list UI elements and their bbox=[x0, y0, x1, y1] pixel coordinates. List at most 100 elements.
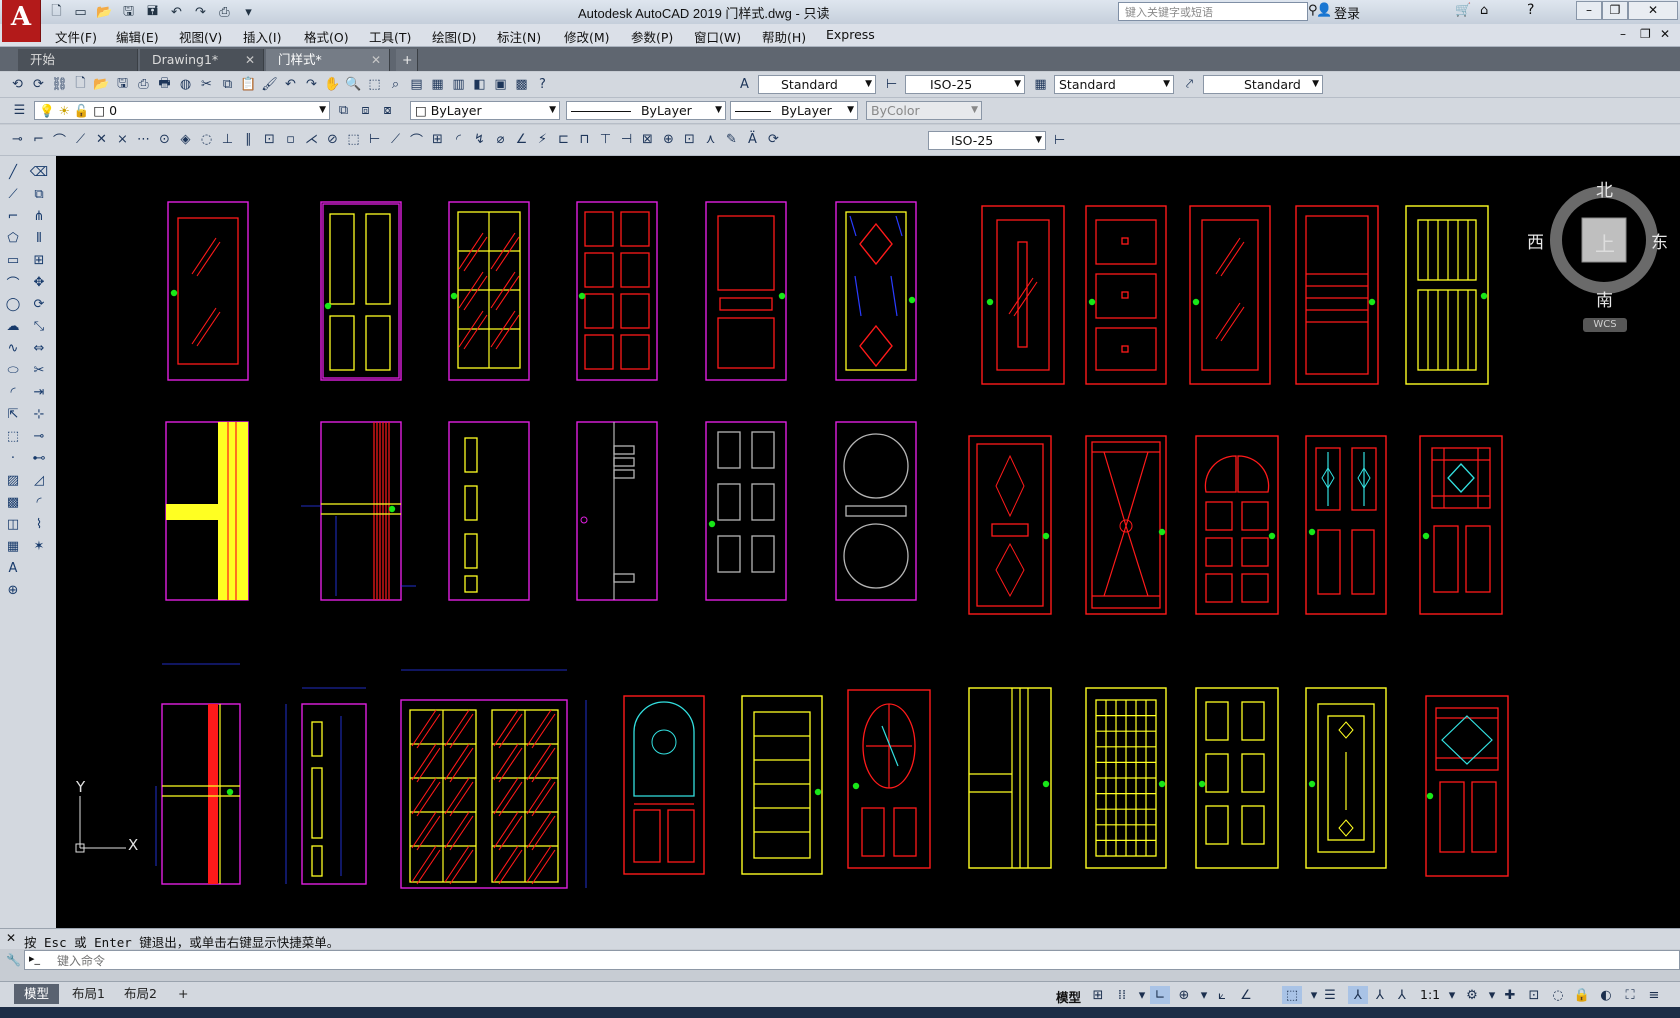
snap-extension-icon[interactable]: ⋯ bbox=[134, 130, 153, 149]
save-icon[interactable]: 🖫 bbox=[118, 2, 139, 23]
explode-icon[interactable]: ✶ bbox=[29, 536, 49, 556]
join-icon[interactable]: ⊷ bbox=[29, 448, 49, 468]
copy-icon[interactable]: ⧉ bbox=[218, 75, 237, 94]
ellipse-arc-icon[interactable]: ◜ bbox=[3, 382, 23, 402]
design-center-icon[interactable]: ▦ bbox=[428, 75, 447, 94]
hatch-icon[interactable]: ▨ bbox=[3, 470, 23, 490]
make-current-layer-icon[interactable]: ⧉ bbox=[334, 101, 353, 120]
close-icon[interactable]: ✕ bbox=[371, 49, 381, 71]
arc-icon[interactable]: ⌒ bbox=[3, 272, 23, 292]
snap-intersection-icon[interactable]: ✕ bbox=[92, 130, 111, 149]
dim-text-edit-icon[interactable]: Ä bbox=[743, 130, 762, 149]
snap-center-icon[interactable]: ⊙ bbox=[155, 130, 174, 149]
door-block[interactable] bbox=[155, 663, 241, 885]
lineweight-icon[interactable]: ☰ bbox=[1320, 986, 1340, 1004]
clean-screen-icon[interactable]: ⛶ bbox=[1620, 986, 1640, 1004]
application-menu-button[interactable]: A bbox=[2, 0, 41, 42]
door-block[interactable] bbox=[705, 421, 787, 601]
plot-icon[interactable]: ⎙ bbox=[134, 75, 153, 94]
dim-style-manager-icon[interactable]: ⊢ bbox=[1050, 131, 1069, 150]
door-block[interactable] bbox=[835, 201, 917, 381]
viewcube-top[interactable]: 上 bbox=[1595, 228, 1615, 257]
door-block[interactable] bbox=[165, 421, 249, 601]
dim-aligned-icon[interactable]: ⟋ bbox=[386, 130, 405, 149]
autodesk-exchange-icon[interactable]: ⌂ bbox=[1480, 3, 1488, 18]
text-style-dropdown[interactable]: Standard ▼ bbox=[758, 75, 876, 94]
zoom-previous-icon[interactable]: ⌕ bbox=[386, 75, 405, 94]
door-block[interactable] bbox=[968, 687, 1052, 869]
ellipse-icon[interactable]: ⬭ bbox=[3, 360, 23, 380]
chamfer-icon[interactable]: ◿ bbox=[29, 470, 49, 490]
menu-format[interactable]: 格式(O) bbox=[304, 27, 349, 46]
chevron-down-icon[interactable]: ▾ bbox=[1132, 986, 1152, 1004]
snap-quadrant-icon[interactable]: ◈ bbox=[176, 130, 195, 149]
link-icon[interactable]: ⛓ bbox=[50, 75, 69, 94]
snap-none-icon[interactable]: ⊘ bbox=[323, 130, 342, 149]
dim-baseline-icon[interactable]: ⊏ bbox=[554, 130, 573, 149]
free-orbit-icon[interactable]: ⟳ bbox=[29, 75, 48, 94]
match-properties-icon[interactable]: 🖌 bbox=[260, 75, 279, 94]
command-line[interactable]: ▸_ bbox=[24, 950, 1680, 970]
construction-line-icon[interactable]: ⟋ bbox=[3, 184, 23, 204]
copy-icon[interactable]: ⧉ bbox=[29, 184, 49, 204]
new-sheet-icon[interactable]: ▭ bbox=[70, 2, 91, 23]
door-block[interactable] bbox=[400, 669, 587, 889]
spline-icon[interactable]: ∿ bbox=[3, 338, 23, 358]
line-icon[interactable]: ╱ bbox=[3, 162, 23, 182]
maximize-button[interactable]: ❐ bbox=[1602, 1, 1628, 20]
object-snap-tracking-icon[interactable]: ∠ bbox=[1236, 986, 1256, 1004]
user-icon[interactable]: 👤 bbox=[1316, 3, 1332, 18]
snap-perpendicular-icon[interactable]: ⊥ bbox=[218, 130, 237, 149]
rectangle-icon[interactable]: ▭ bbox=[3, 250, 23, 270]
layer-state-icon[interactable]: ⧇ bbox=[378, 101, 397, 120]
tab-drawing1[interactable]: Drawing1* ✕ bbox=[140, 49, 264, 71]
offset-icon[interactable]: ⫴ bbox=[29, 228, 49, 248]
multiline-text-icon[interactable]: A bbox=[3, 558, 23, 578]
wcs-menu[interactable]: WCS bbox=[1583, 318, 1627, 332]
dim-style-dropdown[interactable]: ISO-25 ▼ bbox=[905, 75, 1025, 94]
menu-view[interactable]: 视图(V) bbox=[179, 27, 222, 46]
menu-express[interactable]: Express bbox=[826, 27, 875, 42]
wrench-icon[interactable]: 🔧 bbox=[6, 953, 21, 967]
break-icon[interactable]: ⊸ bbox=[29, 426, 49, 446]
menu-draw[interactable]: 绘图(D) bbox=[432, 27, 476, 46]
color-dropdown[interactable]: □ ByLayer ▼ bbox=[410, 101, 560, 120]
menu-file[interactable]: 文件(F) bbox=[55, 27, 97, 46]
viewcube[interactable]: 北 南 东 西 上 WCS bbox=[1527, 178, 1669, 332]
plot-icon[interactable]: ⎙ bbox=[214, 2, 235, 23]
dim-continue-icon[interactable]: ⊓ bbox=[575, 130, 594, 149]
dim-radius-icon[interactable]: ◜ bbox=[449, 130, 468, 149]
osnap-settings-icon[interactable]: ⬚ bbox=[344, 130, 363, 149]
menu-window[interactable]: 窗口(W) bbox=[694, 27, 741, 46]
command-input[interactable] bbox=[55, 951, 1559, 970]
blend-curves-icon[interactable]: ⌇ bbox=[29, 514, 49, 534]
dim-jogged-icon[interactable]: ↯ bbox=[470, 130, 489, 149]
new-tab-button[interactable]: + bbox=[396, 49, 418, 71]
menu-modify[interactable]: 修改(M) bbox=[564, 27, 610, 46]
layout-tab-model[interactable]: 模型 bbox=[14, 984, 60, 1004]
help-search-input[interactable]: 键入关键字或短语 bbox=[1118, 2, 1308, 21]
door-block[interactable] bbox=[623, 695, 705, 875]
array-icon[interactable]: ⊞ bbox=[29, 250, 49, 270]
model-space-toggle[interactable]: 模型 bbox=[1056, 987, 1081, 1006]
lock-ui-icon[interactable]: 🔒 bbox=[1572, 986, 1592, 1004]
dim-space-icon[interactable]: ⊤ bbox=[596, 130, 615, 149]
open-icon[interactable]: 📂 bbox=[94, 2, 115, 23]
from-icon[interactable]: ⌐ bbox=[29, 130, 48, 149]
snap-nearest-icon[interactable]: ⋌ bbox=[302, 130, 321, 149]
layer-properties-icon[interactable]: ☰ bbox=[10, 101, 29, 120]
tab-door-styles[interactable]: 门样式* ✕ bbox=[266, 49, 390, 71]
drawing-canvas[interactable]: 北 南 东 西 上 WCS Y X bbox=[56, 156, 1680, 928]
auto-scale-icon[interactable]: ⅄ bbox=[1370, 986, 1390, 1004]
multileader-style-dropdown[interactable]: Standard ▼ bbox=[1203, 75, 1323, 94]
viewcube-west[interactable]: 西 bbox=[1527, 228, 1544, 253]
snap-midpoint-icon[interactable]: ⟋ bbox=[71, 130, 90, 149]
viewcube-east[interactable]: 东 bbox=[1651, 228, 1668, 253]
viewcube-south[interactable]: 南 bbox=[1596, 286, 1613, 311]
plot-preview-icon[interactable]: 🖶 bbox=[155, 75, 174, 94]
layout-tab-layout2[interactable]: 布局2 bbox=[114, 984, 167, 1004]
make-block-icon[interactable]: ⬚ bbox=[3, 426, 23, 446]
door-block[interactable] bbox=[1189, 205, 1271, 385]
point-icon[interactable]: · bbox=[3, 448, 23, 468]
close-icon[interactable]: ✕ bbox=[245, 49, 255, 71]
